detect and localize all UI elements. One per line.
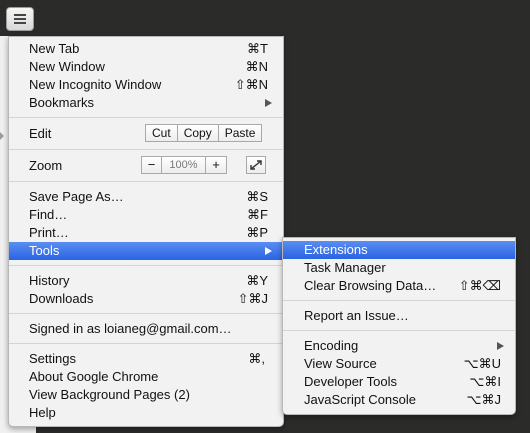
menu-item-label: Encoding: [304, 338, 359, 353]
menu-icon: [14, 22, 26, 24]
edit-row: Edit Cut Copy Paste: [9, 124, 283, 144]
menu-item-shortcut: ⌘N: [245, 59, 268, 74]
submenu-item-developer-tools[interactable]: Developer Tools ⌥⌘I: [283, 373, 515, 391]
submenu-item-view-source[interactable]: View Source ⌥⌘U: [283, 355, 515, 373]
menu-item-shortcut: ⇧⌘J: [237, 291, 268, 306]
menu-item-shortcut: ⌘P: [246, 225, 268, 240]
menu-icon: [14, 14, 26, 16]
menu-item-label: Bookmarks: [29, 95, 95, 110]
copy-button[interactable]: Copy: [178, 125, 219, 141]
menu-icon: [14, 18, 26, 20]
menu-item-label: Tools: [29, 243, 60, 258]
chevron-right-icon: [265, 99, 272, 107]
submenu-item-task-manager[interactable]: Task Manager: [283, 259, 515, 277]
submenu-item-javascript-console[interactable]: JavaScript Console ⌥⌘J: [283, 391, 515, 409]
menu-item-downloads[interactable]: Downloads ⇧⌘J: [9, 290, 283, 308]
menu-item-label: New Tab: [29, 41, 80, 56]
menu-item-label: About Google Chrome: [29, 369, 159, 384]
chrome-menu-button[interactable]: [6, 7, 34, 31]
fullscreen-icon: [250, 160, 262, 170]
menu-item-tools[interactable]: Tools: [9, 242, 283, 260]
menu-item-label: Help: [29, 405, 56, 420]
chrome-main-menu: New Tab ⌘T New Window ⌘N New Incognito W…: [8, 36, 284, 427]
menu-item-help[interactable]: Help: [9, 404, 283, 422]
menu-item-shortcut: ⇧⌘⌫: [458, 278, 501, 293]
menu-item-label: Task Manager: [304, 260, 386, 275]
menu-item-print[interactable]: Print… ⌘P: [9, 224, 283, 242]
zoom-button-group: − 100% +: [141, 156, 227, 174]
menu-item-label: Settings: [29, 351, 76, 366]
menu-item-shortcut: ⌘Y: [246, 273, 268, 288]
browser-toolbar: [0, 0, 530, 36]
menu-item-shortcut: ⇧⌘N: [234, 77, 268, 92]
menu-item-save-page-as[interactable]: Save Page As… ⌘S: [9, 188, 283, 206]
menu-item-new-tab[interactable]: New Tab ⌘T: [9, 40, 283, 58]
edit-button-group: Cut Copy Paste: [145, 124, 263, 142]
menu-item-label: JavaScript Console: [304, 392, 416, 407]
menu-item-label: Print…: [29, 225, 69, 240]
menu-item-about-google-chrome[interactable]: About Google Chrome: [9, 368, 283, 386]
menu-item-label: New Incognito Window: [29, 77, 162, 92]
menu-item-view-background-pages[interactable]: View Background Pages (2): [9, 386, 283, 404]
paste-button[interactable]: Paste: [219, 125, 262, 141]
zoom-row: Zoom − 100% +: [9, 156, 283, 176]
menu-item-label: Report an Issue…: [304, 308, 409, 323]
menu-item-label: Extensions: [304, 242, 368, 257]
submenu-item-extensions[interactable]: Extensions: [283, 241, 515, 259]
edit-label: Edit: [29, 126, 52, 141]
menu-item-signed-in[interactable]: Signed in as loianeg@gmail.com…: [9, 320, 283, 338]
chevron-right-icon: [265, 247, 272, 255]
menu-item-new-window[interactable]: New Window ⌘N: [9, 58, 283, 76]
menu-item-label: Signed in as loianeg@gmail.com…: [29, 321, 232, 336]
submenu-item-clear-browsing-data[interactable]: Clear Browsing Data… ⇧⌘⌫: [283, 277, 515, 295]
menu-separator: [283, 300, 515, 301]
menu-item-shortcut: ⌥⌘I: [469, 374, 501, 389]
menu-separator: [9, 149, 283, 150]
menu-separator: [9, 343, 283, 344]
menu-separator: [9, 117, 283, 118]
zoom-label: Zoom: [29, 158, 63, 173]
menu-item-label: Find…: [29, 207, 68, 222]
menu-separator: [9, 265, 283, 266]
arrow-icon: [0, 132, 4, 140]
menu-separator: [9, 181, 283, 182]
menu-item-label: Clear Browsing Data…: [304, 278, 437, 293]
menu-item-shortcut: ⌘,: [248, 351, 265, 366]
menu-item-label: New Window: [29, 59, 105, 74]
menu-item-label: History: [29, 273, 70, 288]
fullscreen-button[interactable]: [246, 156, 266, 174]
menu-separator: [9, 313, 283, 314]
menu-item-history[interactable]: History ⌘Y: [9, 272, 283, 290]
menu-item-find[interactable]: Find… ⌘F: [9, 206, 283, 224]
menu-item-label: Save Page As…: [29, 189, 124, 204]
zoom-level: 100%: [162, 157, 206, 173]
menu-item-bookmarks[interactable]: Bookmarks: [9, 94, 283, 112]
menu-item-shortcut: ⌥⌘J: [466, 392, 501, 407]
menu-item-shortcut: ⌘F: [247, 207, 268, 222]
menu-item-settings[interactable]: Settings ⌘,: [9, 350, 283, 368]
menu-item-label: View Background Pages (2): [29, 387, 190, 402]
menu-item-shortcut: ⌥⌘U: [463, 356, 501, 371]
menu-item-label: View Source: [304, 356, 377, 371]
menu-item-shortcut: ⌘S: [246, 189, 268, 204]
zoom-out-button[interactable]: −: [142, 157, 162, 173]
menu-separator: [283, 330, 515, 331]
submenu-item-report-an-issue[interactable]: Report an Issue…: [283, 307, 515, 325]
menu-item-label: Downloads: [29, 291, 94, 306]
cut-button[interactable]: Cut: [146, 125, 178, 141]
zoom-in-button[interactable]: +: [206, 157, 226, 173]
menu-item-shortcut: ⌘T: [247, 41, 268, 56]
menu-item-new-incognito-window[interactable]: New Incognito Window ⇧⌘N: [9, 76, 283, 94]
submenu-item-encoding[interactable]: Encoding: [283, 337, 515, 355]
tools-submenu: Extensions Task Manager Clear Browsing D…: [282, 237, 516, 415]
chevron-right-icon: [497, 342, 504, 350]
menu-item-label: Developer Tools: [304, 374, 397, 389]
